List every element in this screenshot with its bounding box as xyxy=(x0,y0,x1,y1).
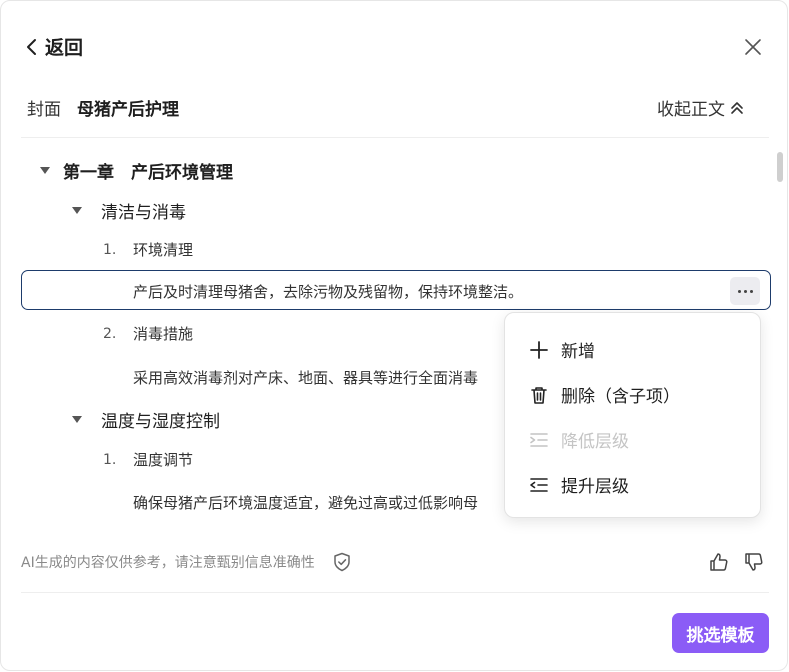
back-button[interactable]: 返回 xyxy=(25,33,83,60)
item-body-row[interactable]: 确保母猪产后环境温度适宜，避免过高或过低影响母 xyxy=(133,492,478,513)
trash-icon xyxy=(531,386,547,404)
document-title: 母猪产后护理 xyxy=(77,100,179,120)
scrollbar-thumb[interactable] xyxy=(777,152,783,182)
caret-down-icon[interactable] xyxy=(37,163,53,179)
item-body: 确保母猪产后环境温度适宜，避免过高或过低影响母 xyxy=(133,494,479,512)
more-options-button[interactable] xyxy=(730,277,760,305)
item-body-row[interactable]: 产后及时清理母猪舍，去除污物及残留物，保持环境整洁。 xyxy=(133,281,523,302)
header-divider xyxy=(21,137,769,138)
caret-down-icon[interactable] xyxy=(69,412,85,428)
chapter-title: 第一章 产后环境管理 xyxy=(63,163,233,183)
item-number: 1. xyxy=(103,241,117,258)
back-label: 返回 xyxy=(45,37,84,59)
section-row[interactable]: 温度与湿度控制 xyxy=(69,407,220,432)
item-number: 2. xyxy=(103,325,117,342)
item-title: 温度调节 xyxy=(133,451,194,469)
menu-item-demote: 降低层级 xyxy=(529,427,629,452)
chapter-row[interactable]: 第一章 产后环境管理 xyxy=(37,158,233,183)
thumbs-up-icon[interactable] xyxy=(709,552,729,572)
double-chevron-up-icon xyxy=(731,101,743,114)
outline-dialog: 返回 封面 母猪产后护理 收起正文 第一章 产后环境管理 清洁与消毒 1. 环境… xyxy=(0,0,788,671)
plus-icon xyxy=(530,340,548,359)
item-number: 1. xyxy=(103,451,117,468)
disclaimer-text: AI生成的内容仅供参考，请注意甄别信息准确性 xyxy=(21,555,315,571)
collapse-body-button[interactable]: 收起正文 xyxy=(657,95,745,120)
collapse-label: 收起正文 xyxy=(657,100,725,120)
chevron-left-icon xyxy=(27,38,36,55)
section-row[interactable]: 清洁与消毒 xyxy=(69,198,186,223)
breadcrumb: 封面 母猪产后护理 xyxy=(27,95,179,120)
item-body: 产后及时清理母猪舍，去除污物及残留物，保持环境整洁。 xyxy=(133,283,524,301)
ai-disclaimer: AI生成的内容仅供参考，请注意甄别信息准确性 xyxy=(21,552,351,572)
context-menu: 新增 删除（含子项） 降低层级 提升层级 xyxy=(504,312,761,518)
item-title: 消毒措施 xyxy=(133,325,194,343)
caret-down-icon[interactable] xyxy=(69,203,85,219)
outline-item[interactable]: 1. 温度调节 xyxy=(103,449,193,470)
menu-item-label: 降低层级 xyxy=(561,432,629,452)
menu-item-promote[interactable]: 提升层级 xyxy=(529,472,629,497)
choose-template-button[interactable]: 挑选模板 xyxy=(672,613,769,653)
thumbs-down-icon[interactable] xyxy=(744,552,764,572)
section-title: 清洁与消毒 xyxy=(101,203,186,223)
menu-item-add[interactable]: 新增 xyxy=(529,337,595,362)
shield-check-icon xyxy=(333,552,350,572)
indent-icon xyxy=(530,432,548,447)
menu-item-label: 提升层级 xyxy=(561,477,629,497)
menu-item-delete[interactable]: 删除（含子项） xyxy=(529,382,680,407)
menu-item-label: 删除（含子项） xyxy=(561,387,680,407)
outdent-icon xyxy=(530,477,548,492)
footer-divider xyxy=(21,592,769,593)
outline-item[interactable]: 2. 消毒措施 xyxy=(103,323,193,344)
item-body-row[interactable]: 采用高效消毒剂对产床、地面、器具等进行全面消毒 xyxy=(133,367,478,388)
section-title: 温度与湿度控制 xyxy=(101,412,220,432)
cover-link[interactable]: 封面 xyxy=(27,95,61,120)
outline-item[interactable]: 1. 环境清理 xyxy=(103,239,193,260)
item-body: 采用高效消毒剂对产床、地面、器具等进行全面消毒 xyxy=(133,369,479,387)
menu-item-label: 新增 xyxy=(561,342,595,362)
close-icon[interactable] xyxy=(743,37,763,57)
item-title: 环境清理 xyxy=(133,241,194,259)
